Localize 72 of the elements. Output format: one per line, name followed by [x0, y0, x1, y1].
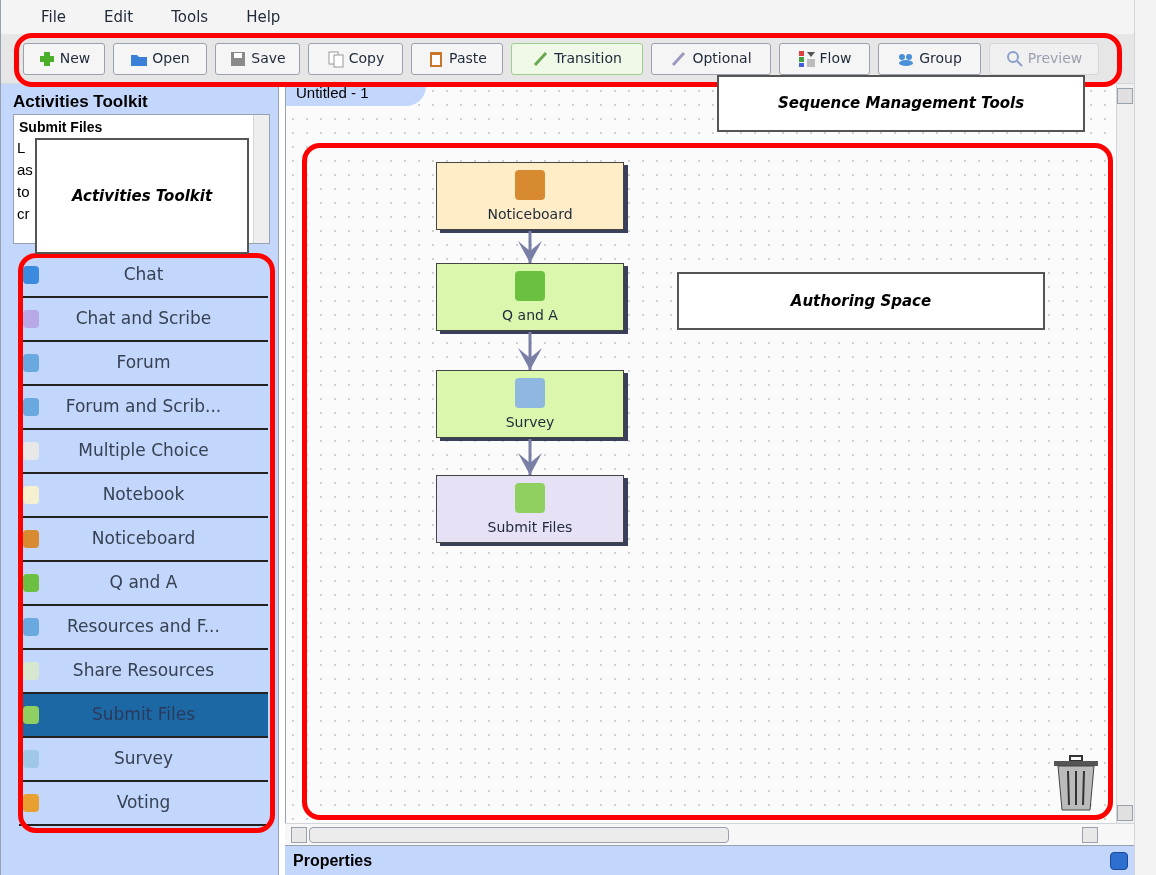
activity-label: Survey: [113, 747, 174, 771]
activity-icon: [515, 378, 545, 408]
activity-icon: [23, 310, 39, 328]
activity-label: Chat: [123, 263, 164, 287]
properties-bar[interactable]: Properties: [285, 845, 1134, 875]
activity-icon: [23, 706, 39, 724]
activity-icon: [23, 442, 39, 460]
description-text: as: [17, 160, 33, 180]
activity-label: Multiple Choice: [78, 439, 209, 463]
activity-icon: [515, 483, 545, 513]
activity-icon: [515, 170, 545, 200]
toolbar-button[interactable]: New: [23, 42, 105, 75]
description-text: L: [17, 138, 27, 158]
description-text: to: [17, 182, 31, 202]
description-title: Submit Files: [19, 118, 103, 137]
activity-label: Notebook: [102, 483, 185, 507]
toolbar-button[interactable]: Optional: [651, 42, 771, 75]
toolbar-button[interactable]: Copy: [308, 42, 403, 75]
menu-item[interactable]: Help: [246, 5, 281, 29]
activity-icon: [23, 618, 39, 636]
transition-arrow[interactable]: [515, 439, 545, 475]
activity-label: Share Resources: [72, 659, 215, 683]
activity-label: Noticeboard: [91, 527, 196, 551]
activity-icon: [23, 530, 39, 548]
horizontal-scrollbar[interactable]: [285, 823, 1134, 845]
transition-arrow[interactable]: [515, 231, 545, 263]
toolbar-button[interactable]: Open: [113, 42, 207, 75]
vertical-scrollbar[interactable]: [1116, 84, 1134, 823]
toolbar-button[interactable]: Flow: [779, 42, 870, 75]
toolbar-button[interactable]: Paste: [411, 42, 503, 75]
properties-title: Properties: [293, 850, 373, 871]
description-text: cr: [17, 204, 31, 224]
menu-item[interactable]: Edit: [104, 5, 134, 29]
callout-label: Sequence Management Tools: [717, 75, 1085, 132]
activity-icon: [23, 354, 39, 372]
activity-label: Q and A: [109, 571, 178, 595]
toolbar-button[interactable]: Group: [878, 42, 981, 75]
toolbar-button[interactable]: Transition: [511, 42, 643, 75]
callout-label: Authoring Space: [677, 272, 1045, 330]
node-label: Survey: [505, 413, 555, 432]
node-label: Q and A: [502, 306, 558, 325]
panel-title: Activities Toolkit: [13, 91, 149, 112]
activity-icon: [23, 574, 39, 592]
activity-icon: [23, 266, 39, 284]
restore-icon[interactable]: [1110, 851, 1128, 870]
menu-item[interactable]: File: [41, 5, 67, 29]
node-label: Noticeboard: [487, 205, 573, 224]
activity-label: Forum: [116, 351, 171, 375]
activity-label: Chat and Scribe: [75, 307, 212, 331]
activity-icon: [23, 794, 39, 812]
activity-icon: [23, 398, 39, 416]
trash-icon[interactable]: [1052, 755, 1100, 811]
callout-label: Activities Toolkit: [35, 138, 249, 254]
magnifier-icon: [1005, 49, 1024, 68]
transition-arrow[interactable]: [515, 332, 545, 370]
activity-icon: [23, 750, 39, 768]
activity-label: Forum and Scrib...: [65, 395, 222, 419]
activity-label: Resources and F...: [67, 615, 220, 639]
pages-icon: [326, 49, 345, 68]
node-label: Submit Files: [487, 518, 573, 537]
browser-scrollbar[interactable]: [1134, 0, 1156, 875]
scrollbar[interactable]: [253, 115, 269, 243]
activity-label: Submit Files: [92, 703, 195, 727]
menu-item[interactable]: Tools: [171, 5, 209, 29]
scroll-thumb[interactable]: [309, 826, 729, 843]
activity-icon: [23, 486, 39, 504]
activity-icon: [23, 662, 39, 680]
flowchart-icon: [797, 49, 816, 68]
activity-label: Voting: [116, 791, 171, 815]
plus-icon: [37, 49, 56, 68]
toolbar-button[interactable]: Save: [215, 42, 300, 75]
activity-icon: [515, 271, 545, 301]
